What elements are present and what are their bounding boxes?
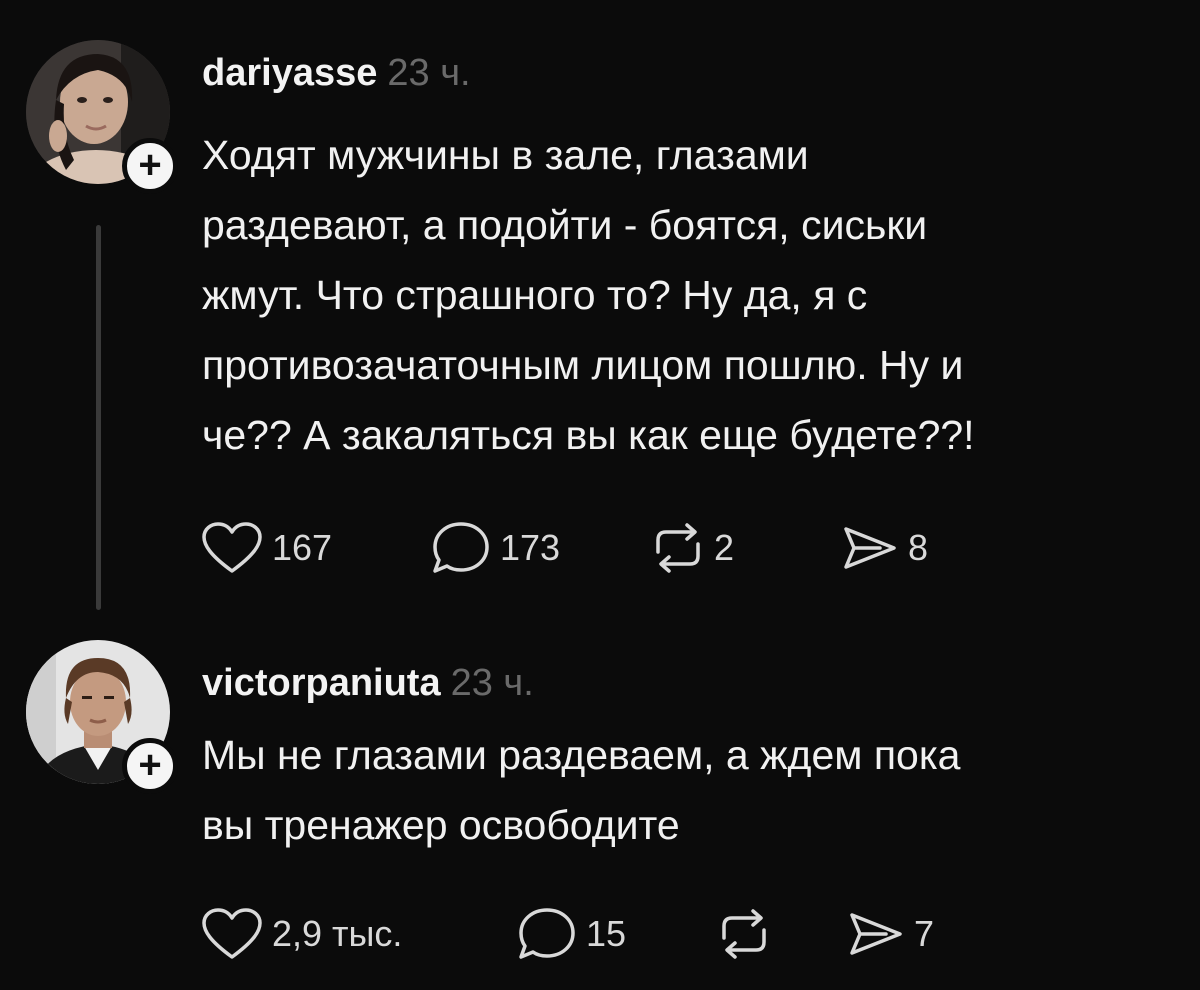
- send-icon: [844, 527, 896, 569]
- comment-button[interactable]: 15: [516, 906, 716, 962]
- speech-bubble-icon: [433, 522, 489, 573]
- post-actions: 2,9 тыс. 15 7: [200, 904, 934, 964]
- heart-icon: [202, 908, 262, 959]
- like-button[interactable]: 167: [200, 521, 430, 575]
- comment-count: 173: [500, 527, 561, 568]
- follow-plus-icon[interactable]: +: [122, 138, 178, 194]
- post-text: Мы не глазами раздеваем, а ждем пока вы …: [202, 732, 961, 848]
- username[interactable]: dariyasse: [202, 52, 377, 94]
- follow-plus-icon[interactable]: +: [122, 738, 178, 794]
- repost-arrows-icon: [656, 523, 700, 573]
- avatar-container[interactable]: +: [26, 640, 178, 794]
- like-count: 167: [272, 527, 333, 568]
- share-button[interactable]: 8: [840, 523, 928, 573]
- avatar-container[interactable]: +: [26, 40, 178, 194]
- speech-bubble-icon: [519, 908, 575, 959]
- post-actions: 167 173 2 8: [200, 518, 928, 578]
- post-time: 23 ч.: [450, 662, 534, 704]
- repost-arrows-icon: [722, 909, 766, 959]
- repost-count: 2: [714, 527, 735, 568]
- comment-button[interactable]: 173: [430, 520, 650, 576]
- thread-connector-line: [96, 225, 101, 610]
- post-meta: victorpaniuta 23 ч.: [202, 664, 534, 702]
- repost-button[interactable]: 2: [650, 522, 840, 574]
- post-text: Ходят мужчины в зале, глазами раздевают,…: [202, 132, 975, 458]
- share-count: 7: [914, 913, 935, 954]
- username[interactable]: victorpaniuta: [202, 662, 441, 704]
- post-meta: dariyasse 23 ч.: [202, 54, 471, 92]
- share-button[interactable]: 7: [846, 909, 934, 959]
- thread-post: + dariyasse 23 ч. Ходят мужчины в зале, г…: [0, 0, 1200, 640]
- like-count: 2,9 тыс.: [272, 913, 403, 954]
- like-button[interactable]: 2,9 тыс.: [200, 907, 516, 961]
- post-time: 23 ч.: [387, 52, 471, 94]
- share-count: 8: [908, 527, 929, 568]
- comment-count: 15: [586, 913, 627, 954]
- send-icon: [850, 913, 902, 955]
- repost-button[interactable]: [716, 908, 846, 960]
- heart-icon: [202, 522, 262, 573]
- thread-post: + victorpaniuta 23 ч. Мы не глазами разде…: [0, 640, 1200, 990]
